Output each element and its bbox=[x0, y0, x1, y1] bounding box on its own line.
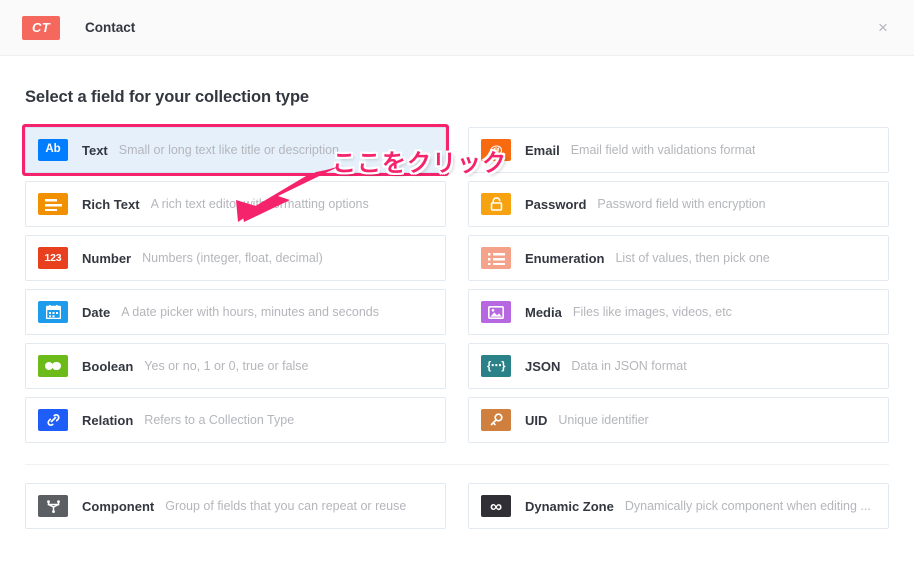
field-description: Yes or no, 1 or 0, true or false bbox=[144, 359, 309, 373]
field-description: Password field with encryption bbox=[597, 197, 766, 211]
field-description: Numbers (integer, float, decimal) bbox=[142, 251, 323, 265]
enumeration-list-icon bbox=[481, 247, 511, 269]
field-description: List of values, then pick one bbox=[615, 251, 770, 265]
password-lock-icon bbox=[481, 193, 511, 215]
field-card-password[interactable]: Password Password field with encryption bbox=[468, 181, 889, 227]
field-description: A rich text editor with formatting optio… bbox=[150, 197, 369, 211]
field-column: ∞ Dynamic Zone Dynamically pick component … bbox=[468, 483, 889, 529]
json-braces-icon: {⋯} bbox=[481, 355, 511, 377]
field-column: @ Email Email field with validations forma… bbox=[468, 127, 889, 443]
field-card-text[interactable]: Ab Text Small or long text like title or d… bbox=[25, 127, 446, 173]
field-card-relation[interactable]: Relation Refers to a Collection Type bbox=[25, 397, 446, 443]
field-name: Text bbox=[82, 142, 108, 158]
dynamic-zone-infinity-icon: ∞ bbox=[481, 495, 511, 517]
field-name: Email bbox=[525, 142, 560, 158]
text-ab-icon: Ab bbox=[38, 139, 68, 161]
field-description: Files like images, videos, etc bbox=[572, 305, 732, 319]
field-name: Boolean bbox=[82, 358, 134, 374]
field-card-boolean[interactable]: Boolean Yes or no, 1 or 0, true or false bbox=[25, 343, 446, 389]
field-description: Email field with validations format bbox=[570, 143, 756, 157]
field-name: Relation bbox=[82, 412, 134, 428]
modal-body: Select a field for your collection type … bbox=[0, 88, 914, 529]
field-column: Component Group of fields that you can re… bbox=[25, 483, 446, 529]
page-title: Contact bbox=[85, 20, 136, 35]
boolean-toggle-icon bbox=[38, 355, 68, 377]
field-name: Rich Text bbox=[82, 196, 140, 212]
field-card-enumeration[interactable]: Enumeration List of values, then pick one bbox=[468, 235, 889, 281]
field-description: Group of fields that you can repeat or r… bbox=[165, 499, 407, 513]
media-image-icon bbox=[481, 301, 511, 323]
field-description: Refers to a Collection Type bbox=[144, 413, 295, 427]
field-description: A date picker with hours, minutes and se… bbox=[121, 305, 379, 319]
field-card-date[interactable]: Date A date picker with hours, minutes an… bbox=[25, 289, 446, 335]
field-card-rich-text[interactable]: Rich Text A rich text editor with formatt… bbox=[25, 181, 446, 227]
field-card-number[interactable]: 123 Number Numbers (integer, float, decima… bbox=[25, 235, 446, 281]
field-card-dynamic-zone[interactable]: ∞ Dynamic Zone Dynamically pick component … bbox=[468, 483, 889, 529]
field-card-json[interactable]: {⋯} JSON Data in JSON format bbox=[468, 343, 889, 389]
field-description: Data in JSON format bbox=[571, 359, 687, 373]
date-calendar-icon bbox=[38, 301, 68, 323]
rich-text-icon bbox=[38, 193, 68, 215]
field-name: Component bbox=[82, 498, 155, 514]
field-name: JSON bbox=[525, 358, 561, 374]
number-123-icon: 123 bbox=[38, 247, 68, 269]
field-grid-bottom: Component Group of fields that you can re… bbox=[25, 483, 889, 529]
field-card-email[interactable]: @ Email Email field with validations forma… bbox=[468, 127, 889, 173]
close-icon[interactable]: × bbox=[870, 15, 896, 41]
field-name: Number bbox=[82, 250, 132, 266]
field-name: Media bbox=[525, 304, 562, 320]
field-card-component[interactable]: Component Group of fields that you can re… bbox=[25, 483, 446, 529]
relation-link-icon bbox=[38, 409, 68, 431]
field-description: Small or long text like title or descrip… bbox=[118, 143, 339, 157]
section-divider bbox=[25, 464, 889, 465]
field-card-media[interactable]: Media Files like images, videos, etc bbox=[468, 289, 889, 335]
field-name: Enumeration bbox=[525, 250, 605, 266]
email-at-icon: @ bbox=[481, 139, 511, 161]
component-node-icon bbox=[38, 495, 68, 517]
field-name: Password bbox=[525, 196, 587, 212]
modal-header: CT Contact × bbox=[0, 0, 914, 56]
field-name: Date bbox=[82, 304, 111, 320]
collection-type-badge: CT bbox=[22, 15, 60, 40]
field-grid-main: Ab Text Small or long text like title or d… bbox=[25, 127, 889, 443]
uid-key-icon bbox=[481, 409, 511, 431]
field-name: Dynamic Zone bbox=[525, 498, 614, 514]
field-column: Ab Text Small or long text like title or d… bbox=[25, 127, 446, 443]
field-name: UID bbox=[525, 412, 548, 428]
field-description: Dynamically pick component when editing … bbox=[624, 499, 871, 513]
section-title: Select a field for your collection type bbox=[25, 88, 310, 106]
field-card-uid[interactable]: UID Unique identifier bbox=[468, 397, 889, 443]
field-description: Unique identifier bbox=[558, 413, 649, 427]
